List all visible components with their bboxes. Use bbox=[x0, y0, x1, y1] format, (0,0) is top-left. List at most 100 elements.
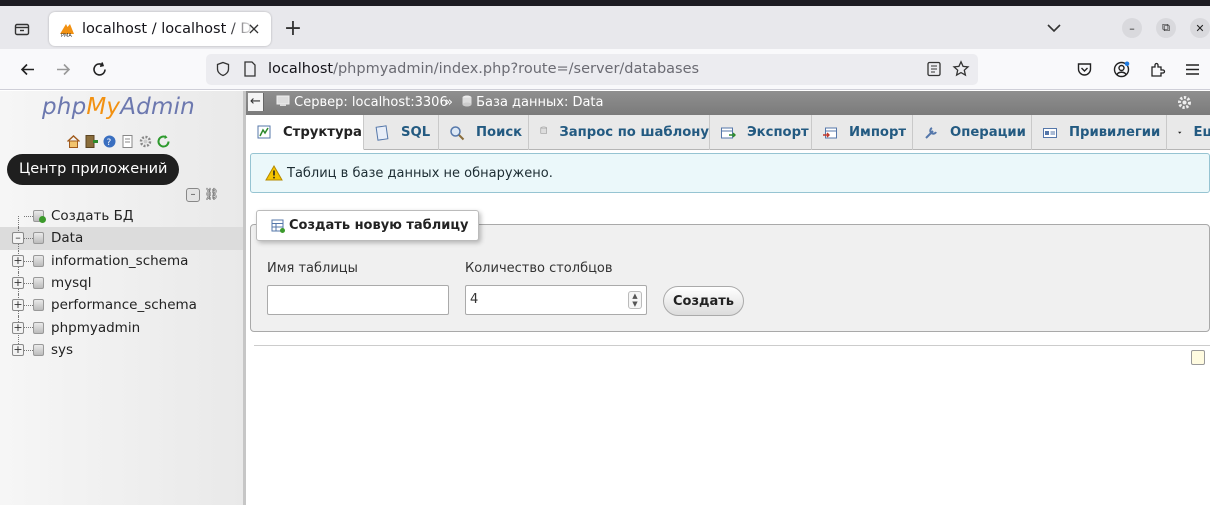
tree-item-database[interactable]: + mysql bbox=[0, 271, 243, 294]
expand-node-icon[interactable]: + bbox=[12, 277, 24, 290]
tree-item-database[interactable]: + phpmyadmin bbox=[0, 316, 243, 339]
tab-label: Еще bbox=[1193, 125, 1210, 140]
settings-gear-icon[interactable] bbox=[138, 134, 153, 149]
new-table-icon bbox=[271, 219, 285, 233]
page-settings-gear-icon[interactable] bbox=[1176, 94, 1193, 111]
collapse-node-icon[interactable]: – bbox=[12, 232, 24, 245]
menu-hamburger-icon[interactable] bbox=[1182, 59, 1202, 79]
tree-connector-branch bbox=[24, 216, 33, 217]
tree-item-label[interactable]: sys bbox=[51, 342, 73, 358]
tree-connector-branch bbox=[24, 349, 33, 351]
account-icon[interactable] bbox=[1111, 59, 1131, 79]
tab-label: Запрос по шаблону bbox=[559, 125, 709, 140]
tab-search[interactable]: Поиск bbox=[439, 115, 529, 150]
tree-item-database[interactable]: + sys bbox=[0, 338, 243, 361]
tab-label: SQL bbox=[401, 125, 431, 140]
tab-query[interactable]: Запрос по шаблону bbox=[529, 115, 710, 150]
tree-item-label[interactable]: performance_schema bbox=[51, 297, 197, 313]
pocket-icon[interactable] bbox=[1074, 59, 1094, 79]
query-window-icon[interactable]: ? bbox=[102, 134, 117, 149]
tree-item-database[interactable]: – Data bbox=[0, 227, 243, 250]
home-icon[interactable] bbox=[66, 134, 81, 149]
tree-item-database[interactable]: + information_schema bbox=[0, 249, 243, 272]
tab-close-icon[interactable]: × bbox=[246, 21, 262, 37]
console-toggle-icon[interactable] bbox=[1191, 350, 1205, 365]
content-divider bbox=[254, 345, 1210, 346]
tree-item-label[interactable]: Data bbox=[51, 230, 83, 246]
tree-item-label[interactable]: information_schema bbox=[51, 253, 188, 269]
navigation-resizer[interactable] bbox=[243, 91, 246, 505]
server-icon bbox=[276, 95, 290, 106]
table-name-input[interactable] bbox=[267, 285, 449, 315]
tab-more[interactable]: Еще bbox=[1167, 115, 1210, 150]
browser-toolbar: localhost/phpmyadmin/index.php?route=/se… bbox=[0, 49, 1210, 90]
database-tree: Создать БД – Data + information_schema + mysql… bbox=[0, 205, 243, 361]
minimize-window-icon[interactable]: – bbox=[1122, 18, 1142, 38]
quick-links: ? bbox=[66, 134, 171, 149]
tab-label: Операции bbox=[950, 125, 1026, 140]
browser-tab-active[interactable]: PMA localhost / localhost / Data × bbox=[49, 12, 271, 46]
pma-favicon-icon: PMA bbox=[60, 24, 74, 38]
page-info-icon[interactable] bbox=[243, 61, 257, 77]
tab-import[interactable]: Импорт bbox=[812, 115, 913, 150]
link-with-main-icon[interactable]: ⛓ bbox=[204, 188, 219, 202]
svg-text:PMA: PMA bbox=[61, 33, 72, 38]
tree-item-label[interactable]: mysql bbox=[51, 275, 92, 291]
exit-icon[interactable] bbox=[84, 134, 99, 149]
extensions-icon[interactable] bbox=[1147, 59, 1167, 79]
back-arrow-icon[interactable] bbox=[17, 59, 37, 79]
columns-count-input[interactable]: 4 ▲ ▼ bbox=[465, 285, 647, 315]
tree-item-label[interactable]: Создать БД bbox=[51, 208, 133, 224]
tab-label: Привилегии bbox=[1069, 125, 1161, 140]
tree-connector-branch bbox=[24, 238, 33, 240]
tab-operations[interactable]: Операции bbox=[913, 115, 1032, 150]
tree-item-database[interactable]: + performance_schema bbox=[0, 294, 243, 317]
tab-structure[interactable]: Структура bbox=[246, 115, 364, 150]
reload-navigation-icon[interactable] bbox=[156, 134, 171, 149]
tab-sql[interactable]: SQL bbox=[364, 115, 439, 150]
tab-privileges[interactable]: Привилегии bbox=[1032, 115, 1167, 150]
database-icon bbox=[33, 299, 44, 312]
tree-connector-branch bbox=[24, 282, 33, 284]
tab-label: Экспорт bbox=[747, 125, 809, 140]
reader-view-icon[interactable] bbox=[926, 61, 942, 77]
tree-item-label[interactable]: phpmyadmin bbox=[51, 320, 140, 336]
new-tab-button[interactable]: + bbox=[282, 18, 304, 40]
pma-logo[interactable]: phpMyAdmin bbox=[42, 94, 195, 120]
collapse-all-icon[interactable]: – bbox=[186, 188, 200, 202]
breadcrumb-separator: » bbox=[445, 95, 453, 110]
database-icon bbox=[462, 95, 472, 107]
restore-window-icon[interactable]: ⧉ bbox=[1156, 18, 1176, 38]
tab-label: Поиск bbox=[476, 125, 523, 140]
operations-icon bbox=[923, 125, 939, 141]
tab-export[interactable]: Экспорт bbox=[710, 115, 812, 150]
breadcrumb-database[interactable]: База данных: Data bbox=[462, 95, 604, 110]
tree-item-new-database[interactable]: Создать БД bbox=[0, 205, 243, 227]
breadcrumb-server[interactable]: Сервер: localhost:3306 bbox=[276, 95, 448, 110]
address-bar[interactable]: localhost/phpmyadmin/index.php?route=/se… bbox=[206, 54, 978, 85]
docs-icon[interactable] bbox=[120, 134, 135, 149]
tracking-shield-icon[interactable] bbox=[215, 61, 231, 77]
create-table-legend: Создать новую таблицу bbox=[256, 210, 480, 241]
reload-icon[interactable] bbox=[89, 59, 109, 79]
close-window-icon[interactable]: ✕ bbox=[1190, 18, 1210, 38]
expand-node-icon[interactable]: + bbox=[12, 343, 24, 356]
query-icon bbox=[539, 125, 548, 141]
tab-overflow-chevron-icon[interactable] bbox=[1045, 21, 1063, 35]
expand-node-icon[interactable]: + bbox=[12, 321, 24, 334]
create-table-button[interactable]: Создать bbox=[663, 286, 744, 316]
more-icon bbox=[1177, 125, 1182, 141]
tab-list-icon[interactable] bbox=[8, 15, 36, 43]
collapse-navigation-icon[interactable]: ← bbox=[248, 93, 264, 111]
tab-strip: PMA localhost / localhost / Data × + – ⧉… bbox=[0, 6, 1210, 49]
expand-node-icon[interactable]: + bbox=[12, 254, 24, 267]
bookmark-star-icon[interactable] bbox=[952, 60, 970, 78]
no-tables-notice: Таблиц в базе данных не обнаружено. bbox=[250, 153, 1210, 193]
expand-node-icon[interactable]: + bbox=[12, 299, 24, 312]
logo-admin: Admin bbox=[120, 94, 195, 120]
tree-connector-branch bbox=[24, 260, 33, 262]
forward-arrow-icon[interactable] bbox=[53, 59, 73, 79]
tree-connector-branch bbox=[24, 305, 33, 307]
privileges-icon bbox=[1042, 125, 1058, 141]
columns-stepper-icon[interactable]: ▲ ▼ bbox=[628, 291, 642, 309]
